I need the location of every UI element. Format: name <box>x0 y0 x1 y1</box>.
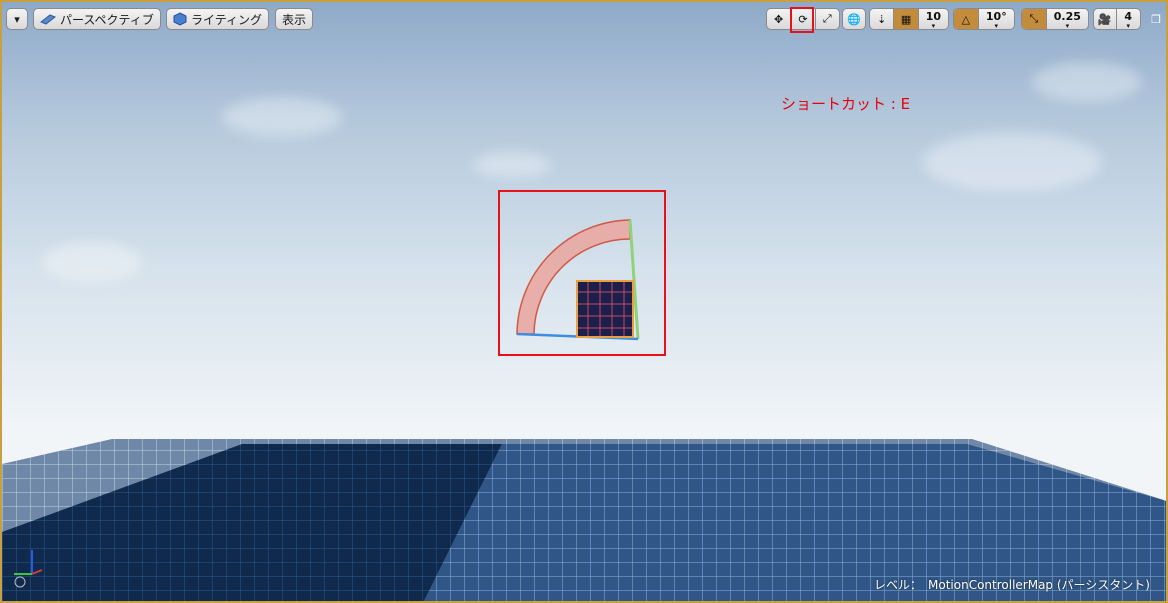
camera-icon: 🎥 <box>1097 12 1112 26</box>
grid-snap-value[interactable]: 10 ▾ <box>919 9 948 30</box>
scale-snap-toggle[interactable]: ⤡ <box>1022 9 1047 29</box>
camera-speed-group[interactable]: 🎥 4 ▾ <box>1093 8 1141 30</box>
rotation-snap-toggle[interactable]: △ <box>954 9 979 29</box>
move-arrows-icon: ✥ <box>774 12 784 26</box>
surface-snap-button[interactable]: ⇣ <box>870 9 895 29</box>
grid-snap-toggle[interactable]: ▦ <box>894 9 919 29</box>
angle-icon: △ <box>961 12 971 26</box>
show-button[interactable]: 表示 <box>275 8 314 30</box>
level-viewport[interactable]: ショートカット : E ▾ パースペクティブ ライティング 表示 ✥ ⟳ ⤢ 🌐… <box>0 0 1168 603</box>
lit-sphere-icon <box>173 12 187 26</box>
scale-arrows-icon: ⤢ <box>822 12 832 25</box>
viewport-options-button[interactable]: ▾ <box>6 8 28 30</box>
coordinate-space-toggle[interactable]: 🌐 <box>842 8 866 30</box>
chevron-down-icon: ▾ <box>1126 21 1131 30</box>
lighting-label: ライティング <box>191 12 263 27</box>
translate-mode-button[interactable]: ✥ <box>767 9 792 29</box>
scale-icon: ⤡ <box>1029 12 1039 25</box>
chevron-down-icon: ▾ <box>1065 21 1070 30</box>
axis-indicator <box>14 550 43 588</box>
rotation-snap-value[interactable]: 10° ▾ <box>979 9 1014 30</box>
level-name-label: レベル： MotionControllerMap (パーシスタント) <box>874 576 1156 593</box>
grid-snap-group: ⇣ ▦ 10 ▾ <box>869 8 949 30</box>
maximize-viewport-button[interactable]: ❐ <box>1146 9 1166 29</box>
grid-icon: ▦ <box>900 12 912 26</box>
perspective-button[interactable]: パースペクティブ <box>33 8 161 30</box>
scale-snap-value[interactable]: 0.25 ▾ <box>1047 9 1088 30</box>
lighting-button[interactable]: ライティング <box>166 8 270 30</box>
maximize-icon: ❐ <box>1151 12 1161 26</box>
scale-snap-group: ⤡ 0.25 ▾ <box>1021 8 1089 30</box>
globe-icon: 🌐 <box>847 12 861 26</box>
surface-snap-icon: ⇣ <box>877 12 887 26</box>
scale-mode-button[interactable]: ⤢ <box>816 9 839 29</box>
perspective-cube-icon <box>40 14 56 25</box>
chevron-down-icon: ▾ <box>931 21 936 30</box>
gizmo-highlight-frame <box>498 190 666 356</box>
level-name: MotionControllerMap (パーシスタント) <box>928 578 1150 592</box>
show-label: 表示 <box>282 12 307 27</box>
shortcut-annotation: ショートカット : E <box>781 95 911 113</box>
level-prefix: レベル： <box>874 578 923 592</box>
rotation-snap-group: △ 10° ▾ <box>953 8 1015 30</box>
rotate-button-highlight <box>790 7 814 33</box>
chevron-down-icon: ▾ <box>994 21 999 30</box>
chevron-down-icon: ▾ <box>14 12 20 26</box>
perspective-label: パースペクティブ <box>60 12 154 27</box>
